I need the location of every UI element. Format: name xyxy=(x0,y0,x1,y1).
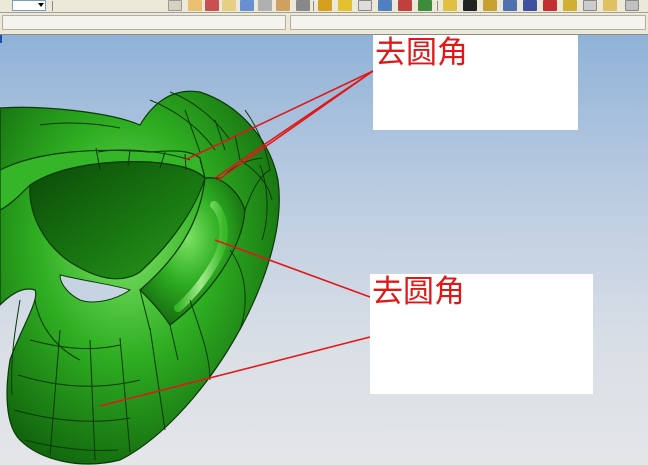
pan-icon[interactable] xyxy=(240,0,254,11)
snap-icon[interactable] xyxy=(483,0,497,11)
shade-icon[interactable] xyxy=(338,0,352,11)
fit-icon[interactable] xyxy=(258,0,272,11)
view-icon[interactable] xyxy=(418,0,432,11)
part-icon[interactable] xyxy=(168,0,182,11)
display-icon[interactable] xyxy=(523,0,537,11)
chevron-down-icon xyxy=(38,3,44,7)
camera-icon[interactable] xyxy=(378,0,392,11)
shaded-icon[interactable] xyxy=(603,0,617,11)
render-icon[interactable] xyxy=(358,0,372,11)
graphics-viewport[interactable]: 去圆角 去圆角 xyxy=(0,35,648,465)
secondary-toolbar xyxy=(0,13,648,35)
rotate-icon[interactable] xyxy=(205,0,219,11)
grid-icon[interactable] xyxy=(503,0,517,11)
filter-icon[interactable] xyxy=(463,0,477,11)
callout-box-top: 去圆角 xyxy=(373,35,578,130)
selection-filter-field[interactable] xyxy=(2,15,286,30)
layer-icon[interactable] xyxy=(318,0,332,11)
status-field xyxy=(290,15,646,30)
main-toolbar xyxy=(0,0,648,13)
toolbar-separator xyxy=(437,1,438,11)
measure-icon[interactable] xyxy=(296,0,310,11)
wireframe-icon[interactable] xyxy=(625,0,639,11)
light-icon[interactable] xyxy=(443,0,457,11)
zoom-icon[interactable] xyxy=(222,0,236,11)
sketch-icon[interactable] xyxy=(188,0,202,11)
highlight-icon[interactable] xyxy=(543,0,557,11)
callout-label: 去圆角 xyxy=(372,274,465,310)
callout-label: 去圆角 xyxy=(375,35,468,71)
axis-icon[interactable] xyxy=(398,0,412,11)
callout-box-bottom: 去圆角 xyxy=(370,274,593,394)
wcs-icon[interactable] xyxy=(563,0,577,11)
toolbar-separator xyxy=(52,1,53,11)
toolbar-separator xyxy=(313,1,314,11)
toolbar-dropdown[interactable] xyxy=(12,0,46,11)
orient-icon[interactable] xyxy=(583,0,597,11)
section-icon[interactable] xyxy=(276,0,290,11)
